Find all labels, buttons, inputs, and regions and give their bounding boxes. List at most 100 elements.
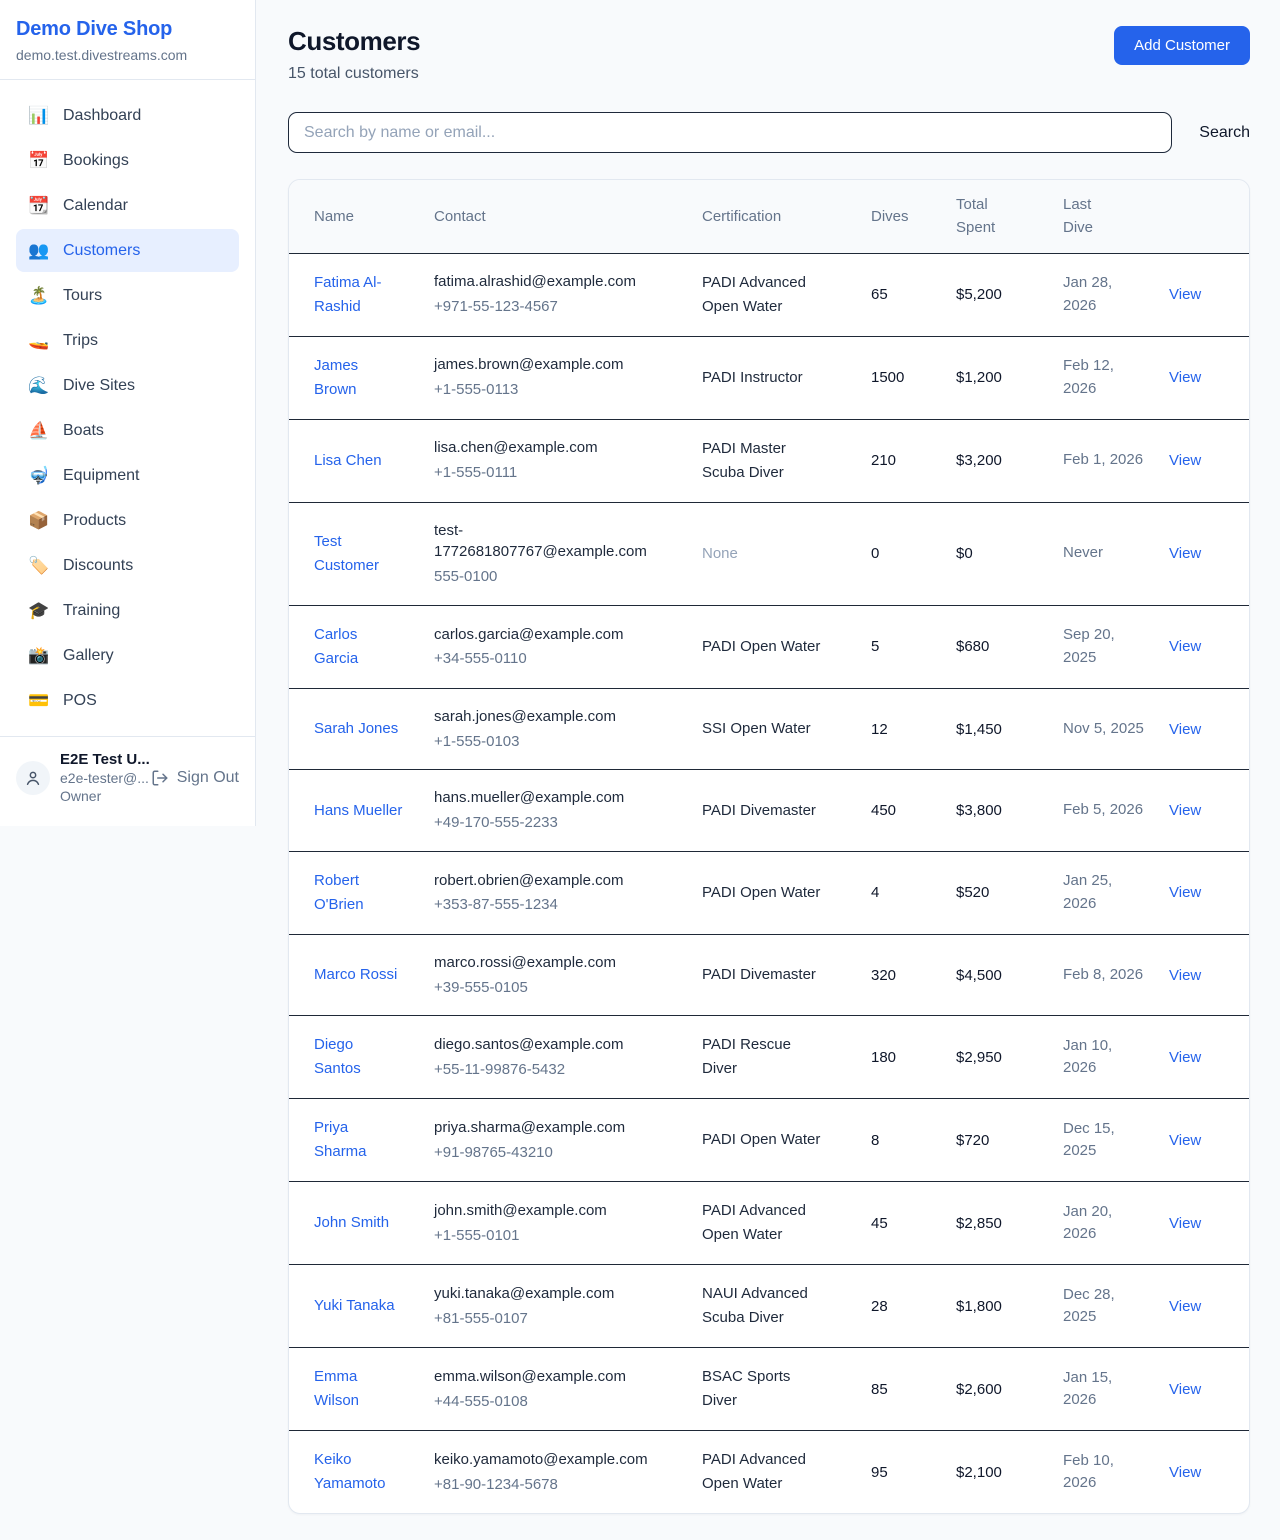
sidebar-item-calendar[interactable]: 📆 Calendar — [16, 184, 239, 227]
customer-phone: 555-0100 — [434, 566, 672, 588]
view-customer-link[interactable]: View — [1169, 967, 1201, 984]
sidebar-item-trips[interactable]: 🚤 Trips — [16, 319, 239, 362]
customer-name-link[interactable]: James Brown — [314, 354, 404, 402]
view-customer-link[interactable]: View — [1169, 1298, 1201, 1315]
customer-name-link[interactable]: Carlos Garcia — [314, 623, 404, 671]
search-input[interactable] — [288, 112, 1172, 153]
customer-certification: PADI Open Water — [702, 851, 871, 934]
main-content: Customers 15 total customers Add Custome… — [256, 0, 1280, 1540]
customer-total-spent: $5,200 — [956, 253, 1063, 336]
customer-phone: +55-11-99876-5432 — [434, 1059, 672, 1081]
view-customer-link[interactable]: View — [1169, 1215, 1201, 1232]
table-row: Fatima Al-Rashid fatima.alrashid@example… — [289, 253, 1250, 336]
view-customer-link[interactable]: View — [1169, 1464, 1201, 1481]
customer-last-dive: Jan 20, 2026 — [1063, 1182, 1169, 1265]
customer-name-link[interactable]: Marco Rossi — [314, 963, 397, 987]
sailboat-icon: ⛵ — [28, 421, 50, 441]
customer-name-link[interactable]: John Smith — [314, 1211, 389, 1235]
user-email: e2e-tester@... — [60, 770, 141, 786]
sidebar-item-training[interactable]: 🎓 Training — [16, 589, 239, 632]
table-row: Yuki Tanaka yuki.tanaka@example.com +81-… — [289, 1265, 1250, 1348]
avatar — [16, 761, 50, 795]
view-customer-link[interactable]: View — [1169, 638, 1201, 655]
search-row: Search — [288, 112, 1250, 153]
view-customer-link[interactable]: View — [1169, 1132, 1201, 1149]
sidebar-item-label: Discounts — [63, 557, 133, 575]
view-customer-link[interactable]: View — [1169, 545, 1201, 562]
sidebar-item-bookings[interactable]: 📅 Bookings — [16, 139, 239, 182]
sidebar-item-boats[interactable]: ⛵ Boats — [16, 409, 239, 452]
customer-phone: +1-555-0103 — [434, 731, 672, 753]
sidebar-item-customers[interactable]: 👥 Customers — [16, 229, 239, 272]
customer-certification: PADI Instructor — [702, 336, 871, 419]
sidebar-item-equipment[interactable]: 🤿 Equipment — [16, 454, 239, 497]
customer-name-link[interactable]: Diego Santos — [314, 1033, 404, 1081]
customer-email: hans.mueller@example.com — [434, 787, 672, 809]
sidebar-item-pos[interactable]: 💳 POS — [16, 679, 239, 722]
page-header-text: Customers 15 total customers — [288, 26, 420, 83]
view-customer-link[interactable]: View — [1169, 1381, 1201, 1398]
table-row: Diego Santos diego.santos@example.com +5… — [289, 1016, 1250, 1099]
diving-mask-icon: 🤿 — [28, 466, 50, 486]
view-customer-link[interactable]: View — [1169, 884, 1201, 901]
credit-card-icon: 💳 — [28, 691, 50, 711]
sidebar-item-label: Bookings — [63, 152, 129, 170]
customer-total-spent: $4,500 — [956, 934, 1063, 1016]
customer-total-spent: $680 — [956, 605, 1063, 688]
sign-out-button[interactable]: Sign Out — [151, 769, 239, 787]
view-customer-link[interactable]: View — [1169, 802, 1201, 819]
table-row: Keiko Yamamoto keiko.yamamoto@example.co… — [289, 1431, 1250, 1514]
customer-certification: PADI Advanced Open Water — [702, 1431, 871, 1514]
customer-email: diego.santos@example.com — [434, 1034, 672, 1056]
customer-last-dive: Dec 28, 2025 — [1063, 1265, 1169, 1348]
customer-name-link[interactable]: Test Customer — [314, 530, 404, 578]
customer-last-dive: Feb 8, 2026 — [1063, 934, 1169, 1016]
sidebar-item-discounts[interactable]: 🏷️ Discounts — [16, 544, 239, 587]
sidebar-item-products[interactable]: 📦 Products — [16, 499, 239, 542]
view-customer-link[interactable]: View — [1169, 452, 1201, 469]
view-customer-link[interactable]: View — [1169, 1049, 1201, 1066]
table-row: Sarah Jones sarah.jones@example.com +1-5… — [289, 688, 1250, 770]
customer-name-link[interactable]: Lisa Chen — [314, 449, 382, 473]
customer-name-link[interactable]: Keiko Yamamoto — [314, 1448, 404, 1496]
sidebar-item-label: Boats — [63, 422, 104, 440]
sidebar-item-dive-sites[interactable]: 🌊 Dive Sites — [16, 364, 239, 407]
customer-dives: 95 — [871, 1431, 956, 1514]
customer-name-link[interactable]: Robert O'Brien — [314, 869, 404, 917]
customer-certification: NAUI Advanced Scuba Diver — [702, 1265, 871, 1348]
people-icon: 👥 — [28, 241, 50, 261]
table-row: Priya Sharma priya.sharma@example.com +9… — [289, 1099, 1250, 1182]
customer-phone: +1-555-0101 — [434, 1225, 672, 1247]
view-customer-link[interactable]: View — [1169, 286, 1201, 303]
customer-name-link[interactable]: Priya Sharma — [314, 1116, 404, 1164]
sidebar-item-dashboard[interactable]: 📊 Dashboard — [16, 94, 239, 137]
customer-name-link[interactable]: Hans Mueller — [314, 799, 402, 823]
tear-off-calendar-icon: 📆 — [28, 196, 50, 216]
customer-name-link[interactable]: Fatima Al-Rashid — [314, 271, 404, 319]
sidebar-item-tours[interactable]: 🏝️ Tours — [16, 274, 239, 317]
desert-island-icon: 🏝️ — [28, 286, 50, 306]
customer-certification: None — [702, 502, 871, 605]
add-customer-button[interactable]: Add Customer — [1114, 26, 1250, 65]
customer-dives: 1500 — [871, 336, 956, 419]
customer-total-spent: $1,450 — [956, 688, 1063, 770]
customer-dives: 65 — [871, 253, 956, 336]
search-button[interactable]: Search — [1199, 124, 1250, 142]
view-customer-link[interactable]: View — [1169, 369, 1201, 386]
customer-last-dive: Sep 20, 2025 — [1063, 605, 1169, 688]
customer-name-link[interactable]: Sarah Jones — [314, 717, 398, 741]
customer-name-link[interactable]: Yuki Tanaka — [314, 1294, 395, 1318]
user-section: E2E Test U... e2e-tester@... Owner Sign … — [0, 737, 255, 826]
sidebar-item-gallery[interactable]: 📸 Gallery — [16, 634, 239, 677]
page-header: Customers 15 total customers Add Custome… — [288, 26, 1250, 83]
customer-dives: 0 — [871, 502, 956, 605]
table-row: Test Customer test-1772681807767@example… — [289, 502, 1250, 605]
customer-name-link[interactable]: Emma Wilson — [314, 1365, 404, 1413]
view-customer-link[interactable]: View — [1169, 721, 1201, 738]
customer-last-dive: Dec 15, 2025 — [1063, 1099, 1169, 1182]
customer-dives: 8 — [871, 1099, 956, 1182]
camera-flash-icon: 📸 — [28, 646, 50, 666]
customer-last-dive: Feb 1, 2026 — [1063, 419, 1169, 502]
user-role: Owner — [60, 788, 141, 804]
sidebar-item-label: Products — [63, 512, 126, 530]
